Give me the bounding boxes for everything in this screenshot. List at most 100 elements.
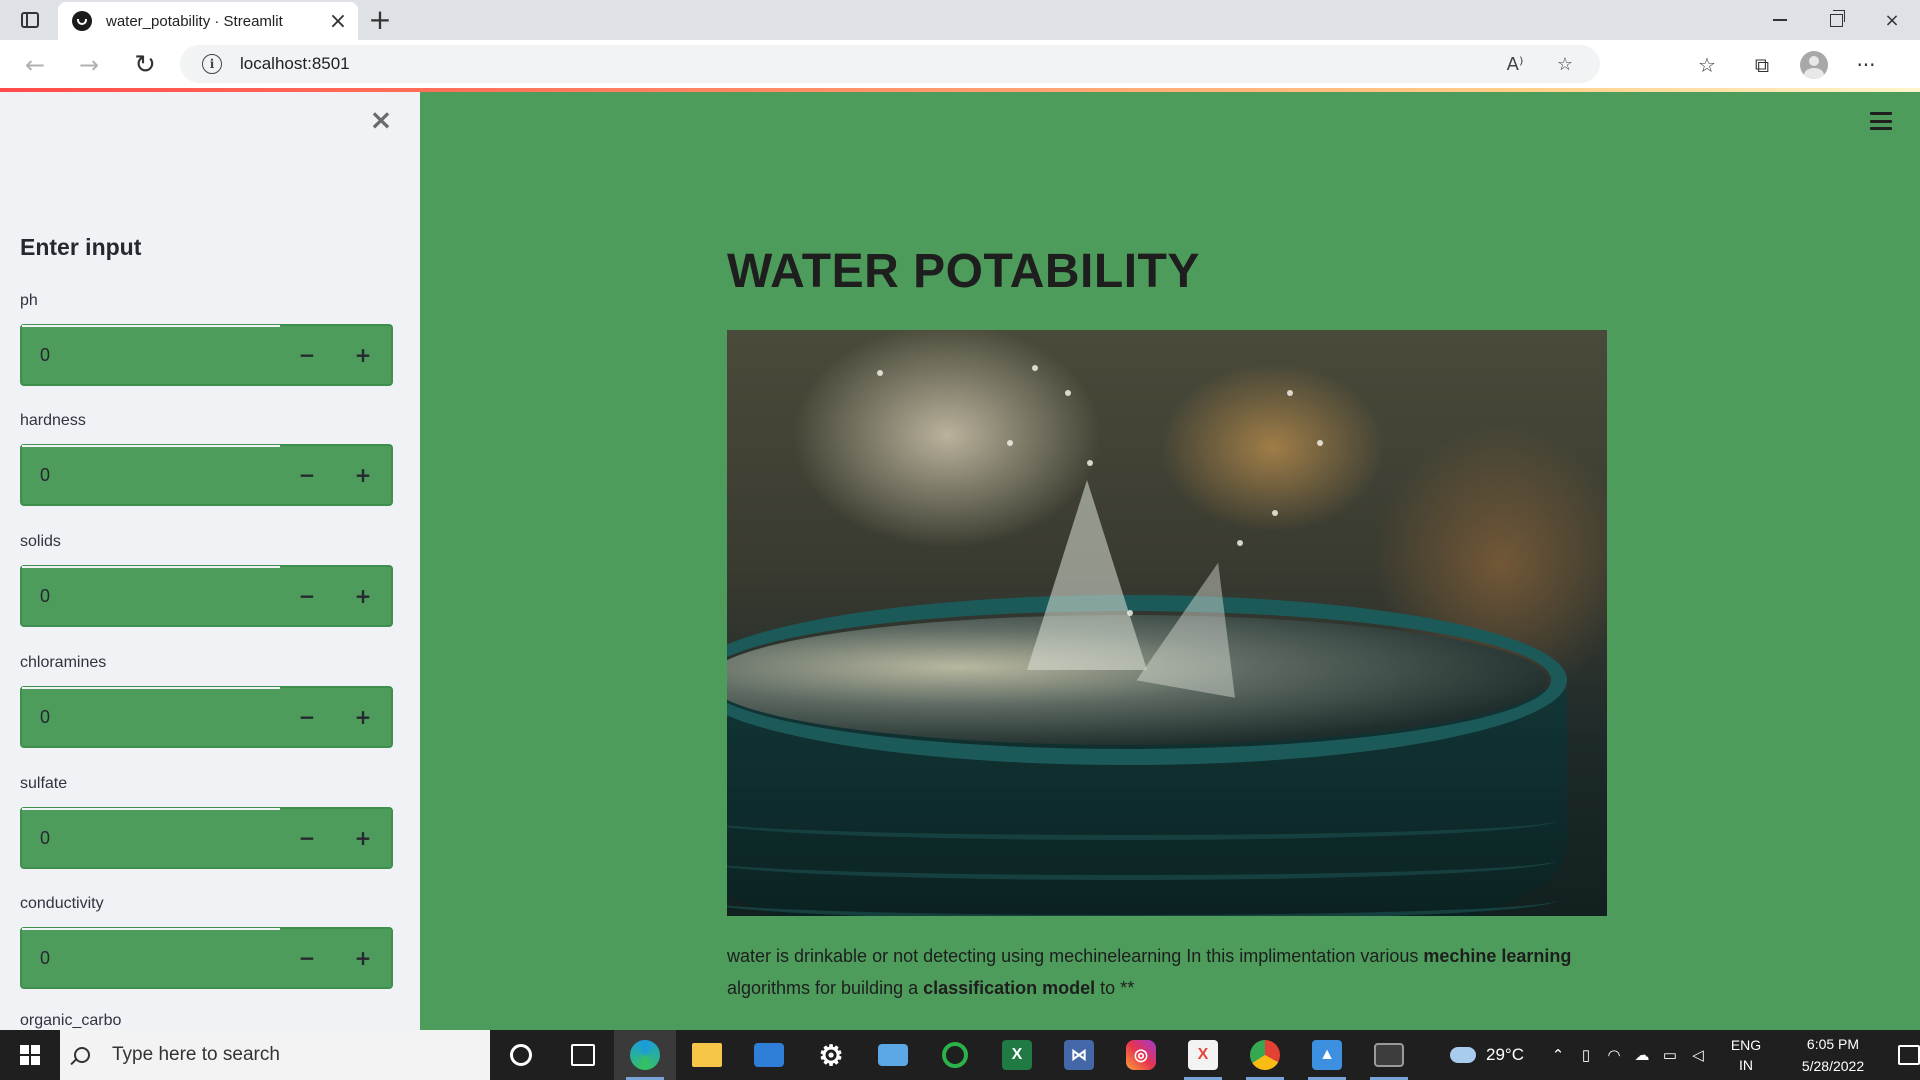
browser-toolbar: ☆ ⧉ ··· xyxy=(1690,48,1904,82)
number-input-hardness[interactable]: 0 − + xyxy=(20,444,393,506)
browser-tabstrip: water_potability · Streamlit × + × xyxy=(0,0,1920,40)
more-menu-icon[interactable]: ··· xyxy=(1849,48,1883,82)
window-controls: × xyxy=(1752,0,1920,40)
weather-temp: 29°C xyxy=(1486,1045,1524,1064)
number-input-sulfate[interactable]: 0 − + xyxy=(20,807,393,869)
decrement-button[interactable]: − xyxy=(279,688,335,746)
task-view-icon[interactable] xyxy=(552,1030,614,1080)
xampp-icon[interactable]: X xyxy=(1172,1030,1234,1080)
clock-date: 5/28/2022 xyxy=(1801,1058,1865,1074)
device-icon[interactable]: ▯ xyxy=(1574,1043,1598,1067)
profile-avatar-icon[interactable] xyxy=(1800,51,1828,79)
field-conductivity: conductivity 0 − + xyxy=(20,895,393,989)
tab-title: water_potability · Streamlit xyxy=(106,12,283,30)
field-hardness: hardness 0 − + xyxy=(20,412,393,506)
window-close-button[interactable]: × xyxy=(1864,0,1920,40)
field-solids: solids 0 − + xyxy=(20,533,393,627)
weather-widget[interactable]: 29°C xyxy=(1450,1045,1524,1065)
excel-icon[interactable]: X xyxy=(986,1030,1048,1080)
chrome-icon[interactable] xyxy=(1234,1030,1296,1080)
read-aloud-icon[interactable]: A⁾ xyxy=(1500,49,1530,79)
tray-icons: ⌃ ▯ ◠ ☁ ▭ ◁ xyxy=(1546,1043,1714,1067)
system-tray: 29°C ⌃ ▯ ◠ ☁ ▭ ◁ ENG IN 6:05 PM 5/28/202… xyxy=(1450,1030,1920,1080)
site-info-icon[interactable]: i xyxy=(202,54,222,74)
number-input-value[interactable]: 0 xyxy=(22,465,279,486)
decrement-button[interactable]: − xyxy=(279,446,335,504)
address-bar: ← → ↻ i localhost:8501 A⁾ ☆ ☆ ⧉ ··· xyxy=(0,40,1920,90)
number-input-value[interactable]: 0 xyxy=(22,948,279,969)
page-title: WATER POTABILITY xyxy=(727,245,1200,298)
sidebar-close-icon[interactable]: × xyxy=(368,103,394,136)
loading-ring-app-icon[interactable] xyxy=(924,1030,986,1080)
photos-icon[interactable]: ▲ xyxy=(1296,1030,1358,1080)
increment-button[interactable]: + xyxy=(335,567,391,625)
increment-button[interactable]: + xyxy=(335,688,391,746)
terminal-icon[interactable] xyxy=(1358,1030,1420,1080)
wifi-icon[interactable]: ◠ xyxy=(1602,1043,1626,1067)
restore-button[interactable] xyxy=(1808,0,1864,40)
increment-button[interactable]: + xyxy=(335,809,391,867)
taskbar-search[interactable]: Type here to search xyxy=(60,1030,490,1080)
number-input-value[interactable]: 0 xyxy=(22,707,279,728)
volume-icon[interactable]: ◁ xyxy=(1686,1043,1710,1067)
instagram-icon[interactable]: ◎ xyxy=(1110,1030,1172,1080)
decrement-button[interactable]: − xyxy=(279,809,335,867)
hamburger-menu-icon[interactable] xyxy=(1870,112,1892,130)
number-input-value[interactable]: 0 xyxy=(22,828,279,849)
visual-studio-icon[interactable]: ⋈ xyxy=(1048,1030,1110,1080)
number-input-ph[interactable]: 0 − + xyxy=(20,324,393,386)
favorites-icon[interactable]: ☆ xyxy=(1690,48,1724,82)
number-input-solids[interactable]: 0 − + xyxy=(20,565,393,627)
increment-button[interactable]: + xyxy=(335,929,391,987)
cortana-icon[interactable] xyxy=(490,1030,552,1080)
field-sulfate: sulfate 0 − + xyxy=(20,775,393,869)
field-label-partial: organic_carbo xyxy=(20,1012,122,1029)
chevron-up-icon[interactable]: ⌃ xyxy=(1546,1043,1570,1067)
tab-close-icon[interactable]: × xyxy=(324,7,352,35)
taskbar-apps: ⚙ X ⋈ ◎ X ▲ xyxy=(490,1030,1420,1080)
clock-time: 6:05 PM xyxy=(1806,1036,1860,1052)
add-favorite-icon[interactable]: ☆ xyxy=(1550,49,1580,79)
number-input-value[interactable]: 0 xyxy=(22,345,279,366)
increment-button[interactable]: + xyxy=(335,326,391,384)
field-label: sulfate xyxy=(20,775,68,792)
decrement-button[interactable]: − xyxy=(279,326,335,384)
number-input-conductivity[interactable]: 0 − + xyxy=(20,927,393,989)
start-button[interactable] xyxy=(0,1030,60,1080)
edge-icon[interactable] xyxy=(614,1030,676,1080)
language-indicator[interactable]: ENG IN xyxy=(1724,1035,1768,1075)
search-placeholder: Type here to search xyxy=(112,1044,280,1065)
sidebar: × Enter input ph 0 − + hardness 0 − + so… xyxy=(0,92,420,1030)
browser-tab[interactable]: water_potability · Streamlit × xyxy=(58,2,358,40)
number-input-value[interactable]: 0 xyxy=(22,586,279,607)
onedrive-cloud-icon[interactable]: ☁ xyxy=(1630,1043,1654,1067)
forward-icon[interactable]: → xyxy=(72,48,106,82)
tab-actions-icon[interactable] xyxy=(16,8,44,32)
mail-icon[interactable] xyxy=(738,1030,800,1080)
battery-icon[interactable]: ▭ xyxy=(1658,1043,1682,1067)
search-icon xyxy=(74,1047,90,1063)
decrement-button[interactable]: − xyxy=(279,929,335,987)
increment-button[interactable]: + xyxy=(335,446,391,504)
back-icon[interactable]: ← xyxy=(18,48,52,82)
minimize-button[interactable] xyxy=(1752,0,1808,40)
notification-center-icon[interactable] xyxy=(1897,1045,1920,1065)
reload-icon[interactable]: ↻ xyxy=(128,48,162,82)
url-text[interactable]: localhost:8501 xyxy=(240,54,1500,74)
main-content: WATER POTABILITY water is drinkable or n… xyxy=(420,92,1920,1030)
field-label: hardness xyxy=(20,412,86,429)
collections-icon[interactable]: ⧉ xyxy=(1745,48,1779,82)
clock[interactable]: 6:05 PM 5/28/2022 xyxy=(1788,1033,1878,1077)
number-input-chloramines[interactable]: 0 − + xyxy=(20,686,393,748)
field-label: ph xyxy=(20,292,38,309)
sidebar-heading: Enter input xyxy=(20,234,142,260)
url-input[interactable]: i localhost:8501 A⁾ ☆ xyxy=(180,45,1600,83)
windows-taskbar: Type here to search ⚙ X ⋈ ◎ X ▲ 29°C ⌃ ▯… xyxy=(0,1030,1920,1080)
file-explorer-icon[interactable] xyxy=(676,1030,738,1080)
new-tab-icon[interactable]: + xyxy=(366,6,394,34)
field-chloramines: chloramines 0 − + xyxy=(20,654,393,748)
this-pc-icon[interactable] xyxy=(862,1030,924,1080)
settings-gear-icon[interactable]: ⚙ xyxy=(800,1030,862,1080)
lang-region: IN xyxy=(1738,1057,1753,1073)
decrement-button[interactable]: − xyxy=(279,567,335,625)
